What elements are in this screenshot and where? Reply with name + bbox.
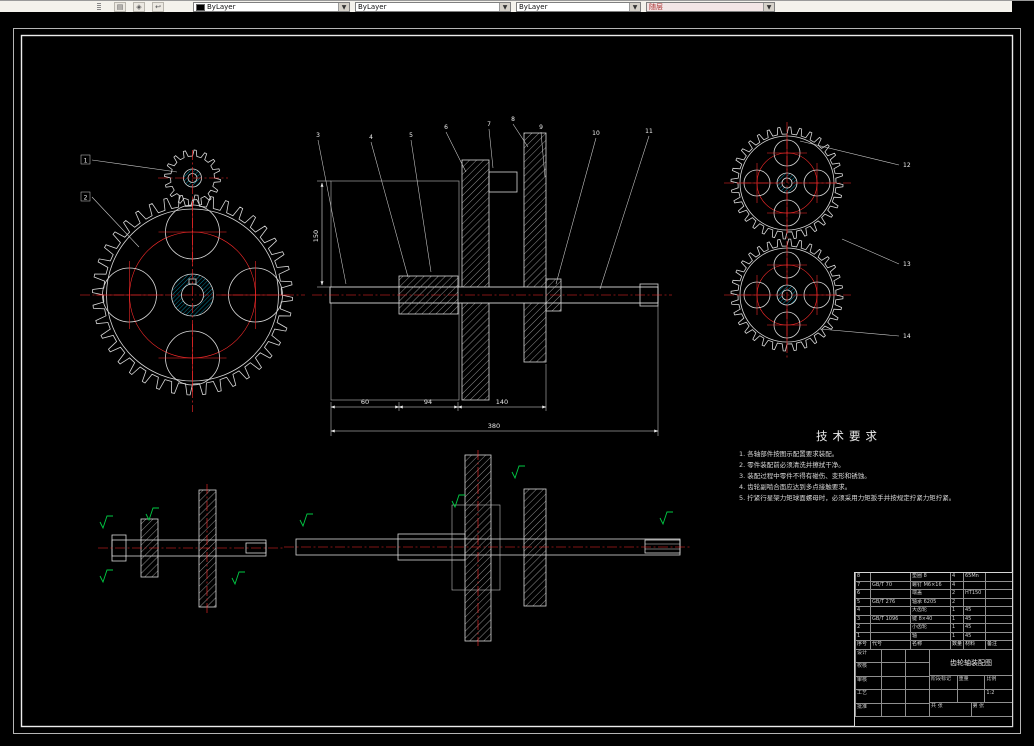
plotstyle-combo-value: 随层 (649, 3, 663, 11)
lineweight-combo[interactable]: ByLayer ▼ (516, 2, 641, 12)
svg-text:1: 1 (84, 158, 88, 165)
svg-text:5: 5 (409, 132, 413, 139)
field-process: 工艺 (855, 690, 881, 704)
chevron-down-icon[interactable]: ▼ (338, 3, 349, 11)
field-approve: 批准 (855, 703, 881, 717)
field-review: 审核 (855, 676, 881, 691)
current-color-swatch-icon (196, 3, 205, 11)
parts-list-header: 序号 代号 名称 数量 材料 备注 (855, 641, 1012, 650)
lineweight-combo-value: ByLayer (519, 3, 548, 11)
color-combo-value: ByLayer (207, 3, 236, 11)
dimension-label: 140 (496, 398, 508, 406)
svg-text:3: 3 (316, 132, 320, 139)
svg-text:2: 2 (84, 195, 88, 202)
title-section: 设计 校核 审核 工艺 批准 齿轮轴装配图 阶段标记 重量 比例 1:2 共 张… (855, 650, 1013, 718)
svg-text:14: 14 (903, 333, 911, 340)
drawing-title: 齿轮轴装配图 (929, 650, 1012, 676)
field-scale: 比例 (984, 676, 1013, 690)
dimension-label: 150 (312, 230, 320, 242)
technical-requirements: 技术要求 1. 各轴部件按图示配置要求装配。 2. 零件装配前必须清洗并擦拭干净… (739, 429, 955, 502)
tech-requirements-line: 3. 装配过程中零件不得有碰伤、变形和锈蚀。 (739, 471, 871, 480)
dimension-label: 94 (424, 398, 432, 406)
field-sheets: 共 张 (929, 703, 971, 718)
svg-text:6: 6 (444, 124, 448, 131)
toolbar-grip[interactable] (97, 3, 101, 11)
tech-requirements-line: 5. 拧紧行星架力矩球面螺母时，必须采用力矩扳手并按规定拧紧力矩拧紧。 (739, 493, 955, 502)
svg-text:7: 7 (487, 121, 491, 128)
svg-text:12: 12 (903, 162, 911, 169)
field-weight: 重量 (956, 676, 985, 690)
field-check: 校核 (855, 663, 881, 677)
tech-requirements-line: 1. 各轴部件按图示配置要求装配。 (739, 449, 838, 458)
parts-list: 8 垫圈 8 4 65Mn 7 GB/T 70 螺钉 M6×16 4 6 端盖 2 HT150 5 GB/… (855, 573, 1012, 641)
svg-text:13: 13 (903, 261, 911, 268)
scale-value: 1:2 (984, 689, 1013, 704)
dimension-label: 60 (361, 398, 369, 406)
linetype-combo-value: ByLayer (358, 3, 387, 11)
svg-text:10: 10 (592, 130, 600, 137)
svg-text:8: 8 (511, 116, 515, 123)
svg-text:11: 11 (645, 128, 653, 135)
field-sheet-no: 第 张 (970, 703, 1012, 718)
svg-text:9: 9 (539, 124, 543, 131)
chevron-down-icon[interactable]: ▼ (499, 3, 510, 11)
signature-grid: 设计 校核 审核 工艺 批准 (855, 650, 929, 717)
application-window: { "toolbar": { "color_combo": "ByLayer",… (0, 0, 1034, 746)
layer-previous-icon[interactable]: ↩ (152, 2, 164, 12)
svg-text:4: 4 (369, 134, 373, 141)
chevron-down-icon[interactable]: ▼ (763, 3, 774, 11)
plotstyle-combo[interactable]: 随层 ▼ (646, 2, 775, 12)
tech-requirements-line: 2. 零件装配前必须清洗并擦拭干净。 (739, 460, 845, 469)
title-grid: 齿轮轴装配图 阶段标记 重量 比例 1:2 共 张 第 张 (929, 650, 1013, 718)
linetype-combo[interactable]: ByLayer ▼ (355, 2, 511, 12)
chevron-down-icon[interactable]: ▼ (629, 3, 640, 11)
dimension-label: 380 (488, 422, 500, 430)
toolbar-corner (1012, 1, 1034, 13)
title-block: 8 垫圈 8 4 65Mn 7 GB/T 70 螺钉 M6×16 4 6 端盖 2 HT150 5 GB/… (854, 572, 1013, 727)
color-combo[interactable]: ByLayer ▼ (193, 2, 350, 12)
field-stage: 阶段标记 (929, 676, 957, 690)
layer-properties-icon[interactable]: ▤ (114, 2, 126, 12)
tech-requirements-line: 4. 齿轮副啮合面应达到多点接触要求。 (739, 482, 851, 491)
toolbar: ▤ ◈ ↩ ByLayer ▼ ByLayer ▼ ByLayer ▼ 随层 ▼ (0, 0, 1034, 13)
field-design: 设计 (855, 650, 881, 664)
shaft-section-view (329, 132, 659, 401)
tech-requirements-title: 技术要求 (816, 429, 882, 443)
make-object-layer-current-icon[interactable]: ◈ (133, 2, 145, 12)
